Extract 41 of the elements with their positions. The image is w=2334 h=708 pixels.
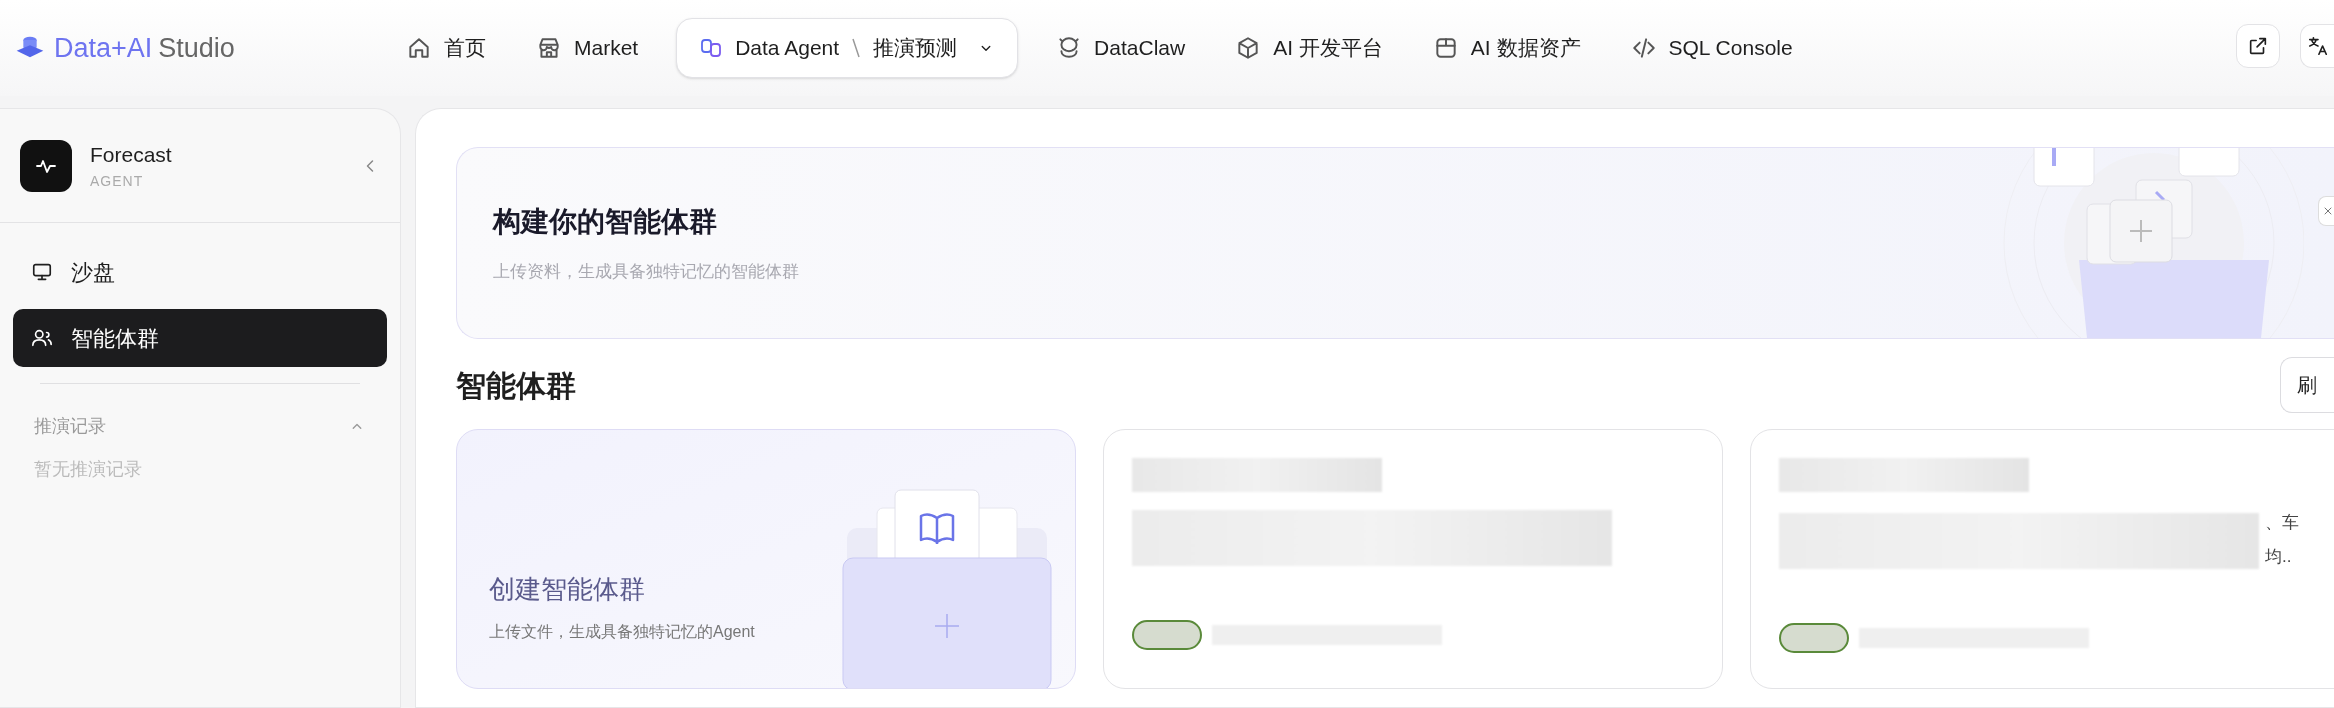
create-group-card[interactable]: 创建智能体群 上传文件，生成具备独特记忆的Agent [456,429,1076,689]
group-card[interactable]: 、车 均.. [1750,429,2334,689]
agent-type: AGENT [90,171,145,191]
sidebar-item[interactable]: 智能体群 [13,309,387,367]
status-tag [1779,623,1849,653]
description-text: 均.. [2265,545,2293,568]
users-icon [31,327,53,349]
external-link-icon [2247,35,2269,57]
create-card-title: 创建智能体群 [489,573,645,606]
sidebar-item[interactable]: 沙盘 [13,243,387,301]
link-icon [699,36,724,60]
empty-history-text: 暂无推演记录 [34,458,143,481]
brand-name: Data+AI [54,31,153,65]
agent-name: Forecast [90,142,173,169]
translate-button[interactable] [2300,24,2334,68]
create-card-subtitle: 上传文件，生成具备独特记忆的Agent [489,622,755,642]
separator-icon [851,37,862,59]
nav-link[interactable]: DataClaw [1044,18,1198,78]
switcher-sub-label: 推演预测 [873,35,958,62]
refresh-button[interactable]: 刷 [2280,357,2334,413]
nav-link[interactable]: AI 开发平台 [1223,18,1395,78]
agent-switcher[interactable]: Data Agent 推演预测 [676,18,1019,78]
nav-link[interactable]: SQL Console [1618,18,1805,78]
monitor-icon [31,261,53,283]
close-icon [2322,205,2334,217]
code-icon [1630,35,1657,61]
status-tag [1132,620,1202,650]
nav-link[interactable]: AI 数据资产 [1420,18,1593,78]
translate-icon [2307,35,2329,57]
open-external-button[interactable] [2236,24,2280,68]
nav-link[interactable]: 首页 [394,18,498,78]
switcher-label: Data Agent [735,35,840,62]
description-text: 、车 [2265,512,2299,534]
section-title: 智能体群 [456,367,576,404]
product-name: Studio [158,31,235,65]
home-icon [406,35,432,61]
store-icon [536,35,562,61]
nav-link[interactable]: Market [524,18,651,78]
banner-title: 构建你的智能体群 [493,205,717,240]
banner-subtitle: 上传资料，生成具备独特记忆的智能体群 [493,261,799,284]
close-button[interactable] [2318,196,2334,226]
